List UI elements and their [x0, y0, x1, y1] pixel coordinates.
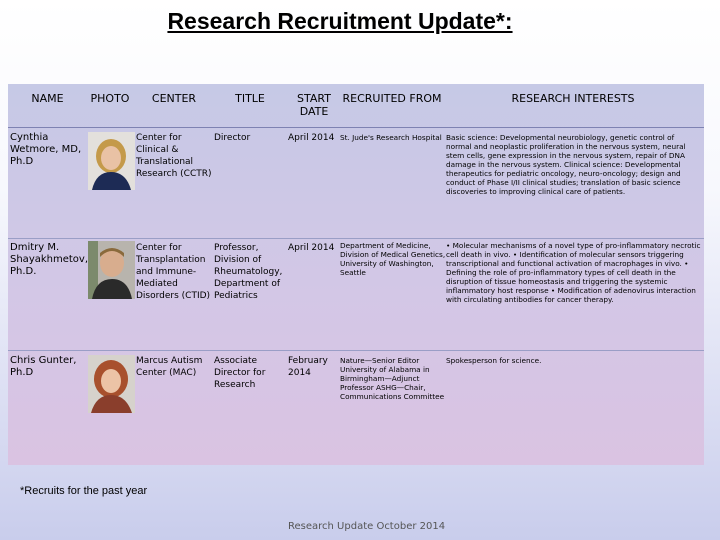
header-name: NAME [31, 92, 64, 105]
recruit-title: Professor, Division of Rheumatology, Dep… [214, 243, 283, 301]
table-header: NAME PHOTO CENTER TITLE START DATE RECRU… [8, 84, 704, 128]
recruit-title: Director [214, 133, 251, 143]
recruit-start-date: April 2014 [288, 243, 335, 253]
header-recruited-from: RECRUITED FROM [342, 92, 442, 105]
recruit-title: Associate Director for Research [214, 356, 266, 390]
recruit-photo [88, 355, 135, 413]
recruit-start-date: February 2014 [288, 356, 328, 378]
recruit-center: Center for Clinical & Translational Rese… [136, 133, 212, 179]
recruit-recruited-from: St. Jude's Research Hospital [340, 133, 442, 142]
header-research-interests: RESEARCH INTERESTS [511, 92, 635, 105]
recruit-recruited-from: Department of Medicine, Division of Medi… [340, 241, 446, 277]
recruit-name: Dmitry M. Shayakhmetov, Ph.D. [10, 242, 89, 277]
page-title: Research Recruitment Update*: [167, 8, 513, 34]
portrait-image [88, 132, 135, 190]
table-row: Cynthia Wetmore, MD, Ph.D Center for Cli… [8, 128, 704, 239]
recruit-name: Chris Gunter, Ph.D [10, 355, 77, 378]
recruitment-table: NAME PHOTO CENTER TITLE START DATE RECRU… [8, 84, 704, 465]
header-title: TITLE [235, 92, 265, 105]
portrait-image [88, 355, 135, 413]
recruit-center: Center for Transplantation and Immune-Me… [136, 243, 211, 301]
slide-footer: Research Update October 2014 [288, 521, 446, 532]
recruit-start-date: April 2014 [288, 133, 335, 143]
portrait-image [88, 241, 135, 299]
footnote: *Recruits for the past year [20, 485, 148, 497]
recruit-photo [88, 132, 135, 190]
recruit-photo [88, 241, 135, 299]
table-row: Chris Gunter, Ph.D Marcus Autism Center … [8, 351, 704, 464]
table-row: Dmitry M. Shayakhmetov, Ph.D. Center for… [8, 239, 704, 351]
recruit-research-interests: • Molecular mechanisms of a novel type o… [446, 241, 701, 304]
recruit-name: Cynthia Wetmore, MD, Ph.D [10, 132, 82, 167]
recruit-recruited-from: Nature—Senior Editor University of Alaba… [340, 356, 445, 401]
recruit-research-interests: Spokesperson for science. [446, 356, 542, 365]
header-center: CENTER [151, 92, 197, 105]
recruit-center: Marcus Autism Center (MAC) [136, 356, 203, 378]
header-photo: PHOTO [90, 92, 130, 105]
header-start-date: START DATE [297, 92, 331, 118]
recruit-research-interests: Basic science: Developmental neurobiolog… [446, 133, 686, 196]
